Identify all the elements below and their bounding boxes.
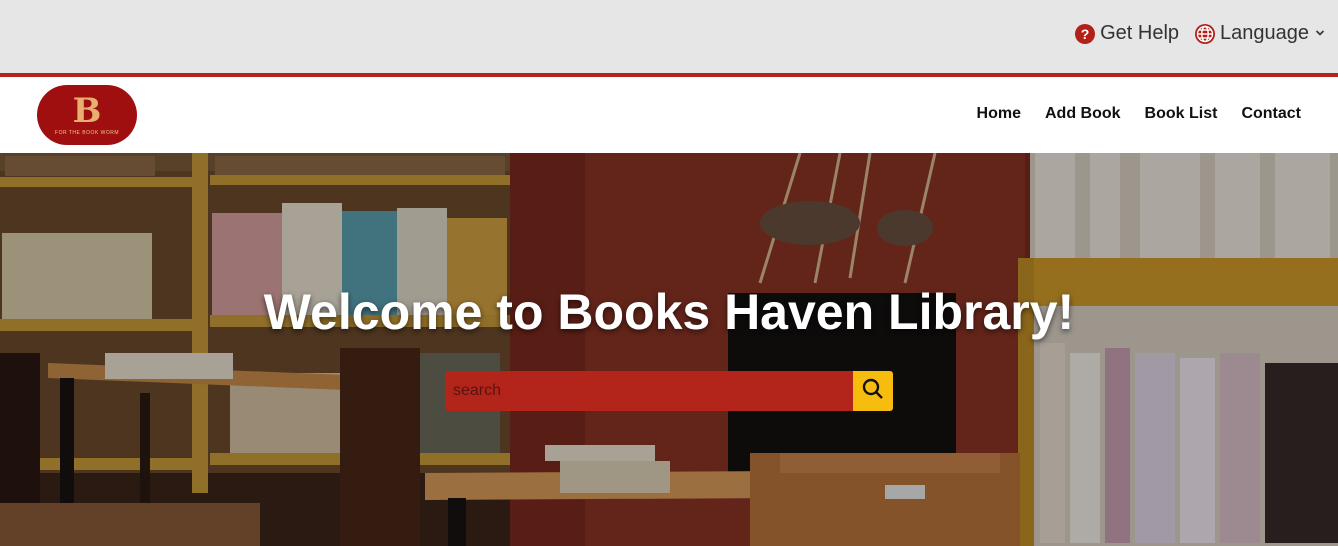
search-button[interactable]: [853, 371, 893, 411]
brand-logo[interactable]: B FOR THE BOOK WORM: [37, 85, 137, 145]
logo-letter: B: [72, 91, 102, 131]
library-background-image: [0, 153, 1338, 546]
nav-book-list[interactable]: Book List: [1145, 105, 1218, 123]
get-help-link[interactable]: ? Get Help: [1075, 22, 1179, 45]
nav-add-book[interactable]: Add Book: [1045, 105, 1121, 123]
globe-icon: [1195, 23, 1216, 44]
language-dropdown[interactable]: Language: [1195, 22, 1326, 45]
logo-tagline: FOR THE BOOK WORM: [55, 130, 119, 136]
nav-home[interactable]: Home: [977, 105, 1021, 123]
search-icon: [862, 378, 884, 405]
get-help-label: Get Help: [1100, 22, 1180, 44]
hero-title: Welcome to Books Haven Library!: [263, 284, 1075, 340]
question-circle-icon: ?: [1075, 23, 1096, 44]
utility-actions: ? Get Help Language: [1075, 22, 1326, 45]
hero-banner: Welcome to Books Haven Library!: [0, 153, 1338, 546]
search-bar: [445, 371, 893, 411]
search-input[interactable]: [445, 371, 853, 411]
nav-links: Home Add Book Book List Contact: [977, 105, 1301, 123]
svg-text:?: ?: [1081, 26, 1090, 42]
language-label: Language: [1220, 22, 1309, 44]
main-navbar: B FOR THE BOOK WORM Home Add Book Book L…: [0, 77, 1338, 153]
utility-bar: ? Get Help Language: [0, 0, 1338, 73]
nav-contact[interactable]: Contact: [1241, 105, 1301, 123]
chevron-down-icon: [1314, 22, 1326, 45]
